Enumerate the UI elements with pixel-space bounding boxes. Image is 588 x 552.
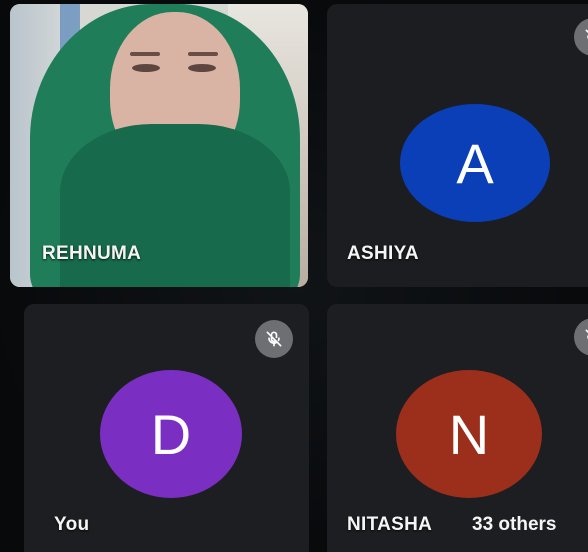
participant-tile-rehnuma[interactable]: REHNUMA (10, 4, 308, 287)
avatar: D (100, 370, 242, 498)
meeting-grid: REHNUMA A ASHIYA D You N NITASHA 33 othe… (0, 0, 588, 552)
others-count[interactable]: 33 others (472, 514, 556, 536)
participant-name: NITASHA (347, 514, 433, 535)
mic-off-icon (574, 318, 588, 356)
participant-tile-you[interactable]: D You (24, 304, 309, 552)
participant-name: ASHIYA (347, 243, 419, 264)
mic-off-icon (255, 320, 293, 358)
mic-off-icon (574, 18, 588, 56)
participant-tile-ashiya[interactable]: A ASHIYA (327, 4, 588, 287)
avatar: A (400, 104, 550, 222)
avatar: N (396, 370, 542, 498)
participant-name: You (54, 514, 90, 535)
participant-name: REHNUMA (42, 243, 142, 264)
participant-tile-nitasha[interactable]: N NITASHA 33 others (327, 304, 588, 552)
